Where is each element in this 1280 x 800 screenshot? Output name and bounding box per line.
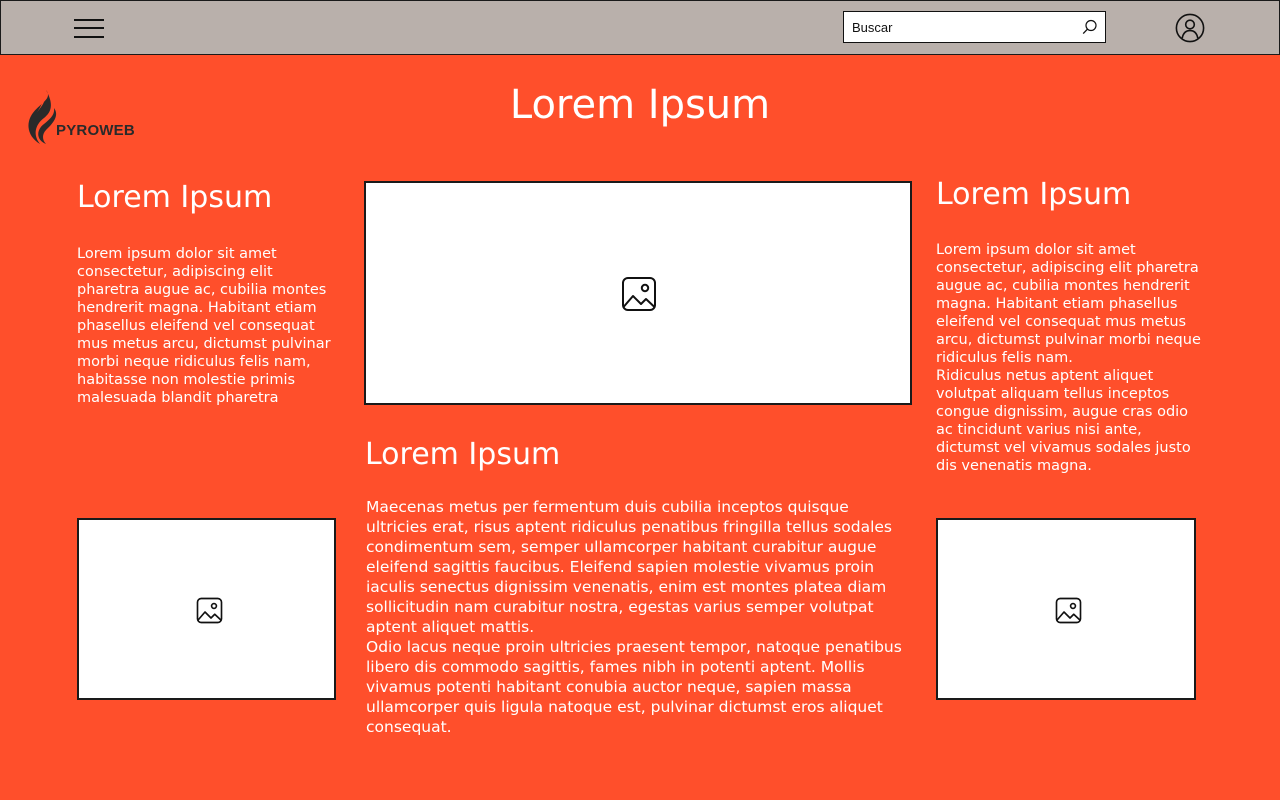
left-column-text: Lorem ipsum dolor sit amet consectetur, … <box>77 246 331 406</box>
left-column-heading: Lorem Ipsum <box>77 180 273 215</box>
search-box[interactable] <box>843 11 1106 43</box>
image-placeholder-icon <box>1055 597 1082 624</box>
center-column-heading: Lorem Ipsum <box>365 437 561 472</box>
right-image-placeholder <box>936 518 1196 700</box>
page-title: Lorem Ipsum <box>509 82 771 128</box>
search-icon[interactable] <box>1082 19 1098 35</box>
center-column-text: Maecenas metus per fermentum duis cubili… <box>366 498 902 736</box>
right-column-heading: Lorem Ipsum <box>936 177 1132 212</box>
main-image-placeholder <box>364 181 912 405</box>
search-input[interactable] <box>844 12 1082 42</box>
user-account-icon[interactable] <box>1175 13 1205 43</box>
image-placeholder-icon <box>196 597 223 624</box>
hamburger-menu-icon[interactable] <box>74 18 104 38</box>
image-placeholder-icon <box>622 277 656 311</box>
top-navigation-bar <box>0 0 1280 55</box>
right-column-text: Lorem ipsum dolor sit amet consectetur, … <box>936 242 1201 474</box>
left-image-placeholder <box>77 518 336 700</box>
